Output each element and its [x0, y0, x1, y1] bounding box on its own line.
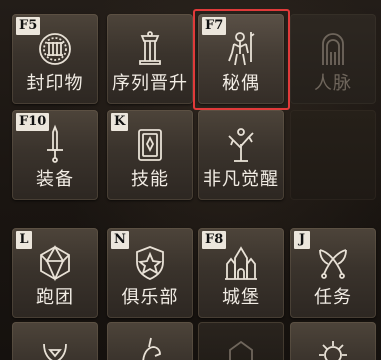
menu-tile-tabletop-run[interactable]: L 跑团 [12, 228, 98, 318]
hotkey-badge: N [111, 231, 129, 249]
menu-tile-castle[interactable]: F8 城堡 [198, 228, 284, 318]
hotkey-badge: K [111, 113, 129, 131]
frame-icon [220, 334, 262, 360]
d20-dice-icon [34, 242, 76, 284]
menu-tile-label: 非凡觉醒 [203, 169, 279, 190]
menu-tile-label: 序列晋升 [112, 73, 188, 94]
marionette-icon [220, 28, 262, 70]
menu-tile-partial-4[interactable] [290, 322, 376, 360]
menu-tile-awakening[interactable]: 非凡觉醒 [198, 110, 284, 200]
menu-tile-label: 封印物 [26, 73, 84, 94]
menu-tile-contacts[interactable]: 人脉 [290, 14, 376, 104]
menu-tile-empty-slot [290, 110, 376, 200]
pillar-icon [129, 28, 171, 70]
menu-tile-label: 秘偶 [222, 73, 260, 94]
menu-tile-partial-2[interactable] [107, 322, 193, 360]
menu-tile-sequence-advance[interactable]: 序列晋升 [107, 14, 193, 104]
menu-tile-label: 人脉 [314, 73, 352, 94]
menu-tile-quests[interactable]: J 任务 [290, 228, 376, 318]
sword-icon [34, 124, 76, 166]
seal-icon [34, 28, 76, 70]
hotkey-badge: L [16, 231, 32, 249]
menu-tile-label: 城堡 [222, 287, 260, 308]
menu-tile-partial-1[interactable] [12, 322, 98, 360]
doorway-icon [312, 28, 354, 70]
laurel-icon [34, 334, 76, 360]
menu-tile-seal[interactable]: F5 封印物 [12, 14, 98, 104]
menu-tile-club[interactable]: N 俱乐部 [107, 228, 193, 318]
menu-tile-marionette[interactable]: F7 秘偶 [198, 14, 284, 104]
book-icon [129, 124, 171, 166]
menu-tile-label: 俱乐部 [121, 287, 179, 308]
castle-icon [220, 242, 262, 284]
menu-tile-skills[interactable]: K 技能 [107, 110, 193, 200]
crest-icon [129, 242, 171, 284]
menu-tile-equipment[interactable]: F10 装备 [12, 110, 98, 200]
gear-icon [312, 334, 354, 360]
menu-tile-label: 技能 [131, 169, 169, 190]
menu-tile-partial-3[interactable] [198, 322, 284, 360]
menu-tile-label: 装备 [36, 169, 74, 190]
tree-icon [220, 124, 262, 166]
menu-tile-label: 任务 [314, 287, 352, 308]
hotkey-badge: J [294, 231, 310, 249]
unicorn-icon [129, 334, 171, 360]
crossed-quills-icon [312, 242, 354, 284]
menu-tile-label: 跑团 [36, 287, 74, 308]
